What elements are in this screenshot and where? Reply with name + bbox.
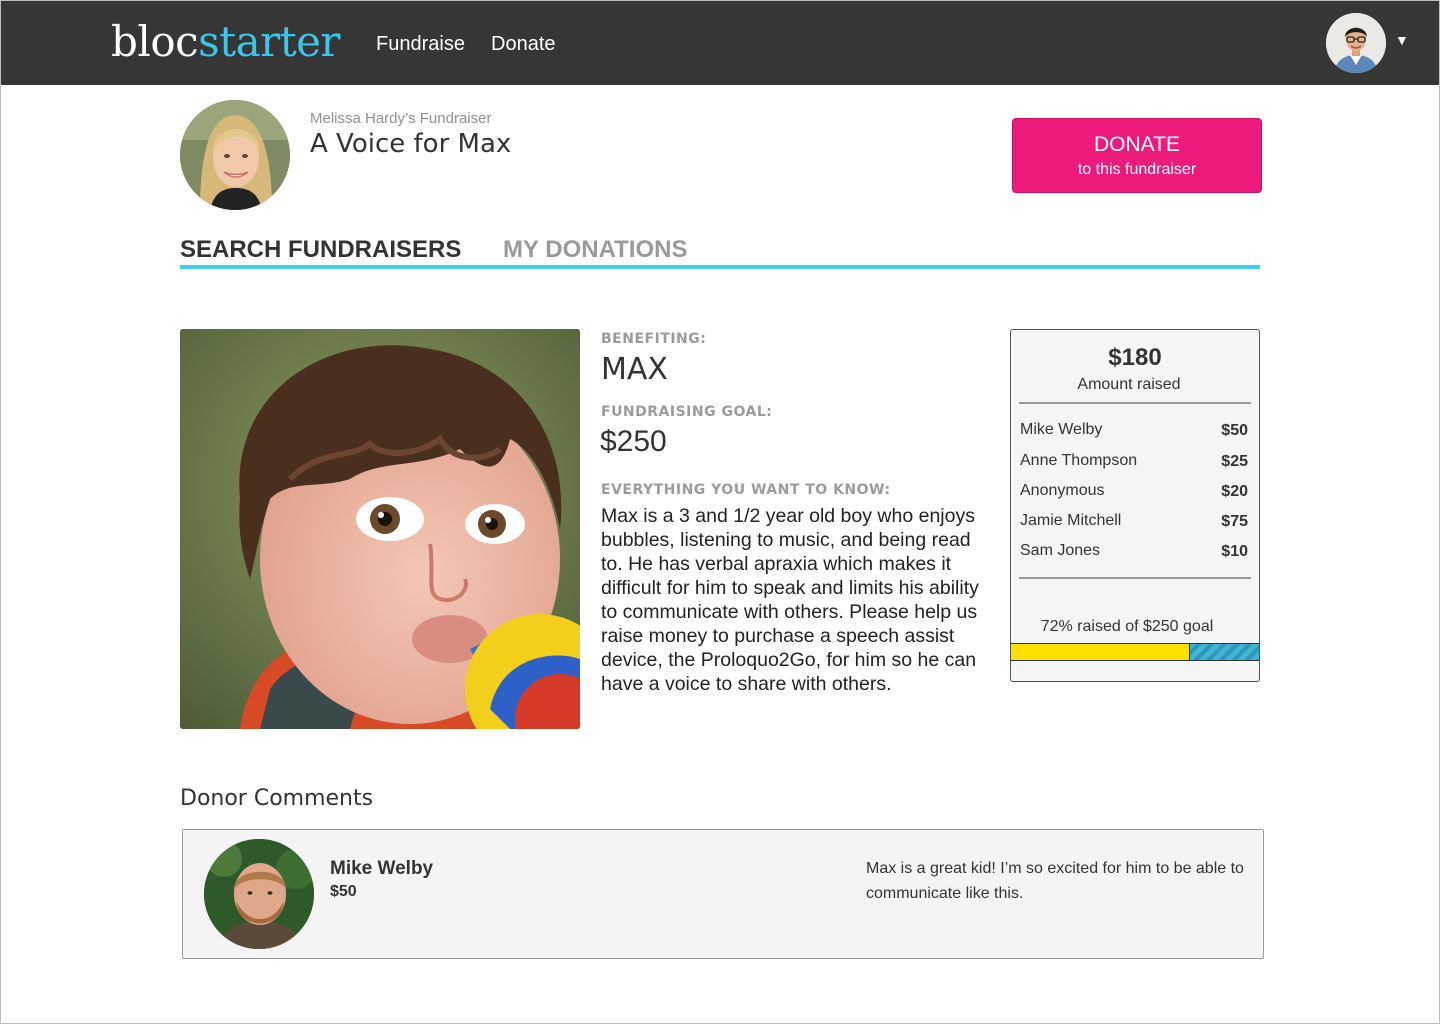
donor-name: Jamie Mitchell: [1020, 512, 1122, 529]
donate-button-label: DONATE: [1094, 133, 1180, 156]
chevron-down-icon[interactable]: ▼: [1395, 32, 1409, 48]
tab-my-donations[interactable]: MY DONATIONS: [503, 236, 687, 264]
goal-amount: $250: [600, 425, 667, 458]
donation-summary-card: $180 Amount raised Mike Welby $50 Anne T…: [1010, 329, 1260, 682]
beneficiary-photo: [180, 329, 580, 729]
donation-amount: $75: [1221, 513, 1248, 530]
donation-row: Sam Jones $10: [1020, 542, 1248, 564]
logo-text-bloc: bloc: [111, 17, 199, 66]
commenter-name: Mike Welby: [330, 858, 434, 879]
donor-comments-heading: Donor Comments: [180, 786, 374, 811]
page-title: A Voice for Max: [310, 129, 512, 159]
nav-fundraise-link[interactable]: Fundraise: [376, 32, 465, 56]
user-avatar[interactable]: [1326, 13, 1386, 73]
description-label: EVERYTHING YOU WANT TO KNOW:: [601, 482, 891, 498]
fundraiser-description: Max is a 3 and 1/2 year old boy who enjo…: [601, 505, 979, 695]
fundraiser-owner-avatar: [180, 100, 290, 210]
donation-row: Jamie Mitchell $75: [1020, 512, 1248, 534]
user-avatar-image: [1326, 13, 1386, 73]
commenter-photo-image: [204, 839, 314, 949]
donation-row: Anne Thompson $25: [1020, 452, 1248, 474]
divider: [1019, 577, 1251, 579]
nav-donate-link[interactable]: Donate: [491, 32, 556, 56]
donor-name: Anonymous: [1020, 482, 1105, 499]
donation-amount: $10: [1221, 543, 1248, 560]
commenter-donation-amount: $50: [330, 883, 357, 900]
comment-text: Max is a great kid! I’m so excited for h…: [866, 860, 1244, 902]
commenter-avatar: [204, 839, 314, 949]
donation-amount: $25: [1221, 453, 1248, 470]
goal-label: FUNDRAISING GOAL:: [601, 404, 773, 420]
comment-card: Mike Welby $50 Max is a great kid! I’m s…: [182, 829, 1264, 959]
donation-row: Anonymous $20: [1020, 482, 1248, 504]
progress-text: 72% raised of $250 goal: [1040, 618, 1214, 635]
donation-row: Mike Welby $50: [1020, 421, 1248, 443]
blocstarter-logo[interactable]: blocstarter: [111, 14, 340, 70]
donate-button-sublabel: to this fundraiser: [1077, 161, 1197, 178]
divider: [1019, 402, 1251, 404]
owner-photo-image: [180, 100, 290, 210]
donor-name: Mike Welby: [1020, 421, 1103, 438]
donation-amount: $50: [1221, 422, 1248, 439]
top-nav-bar: blocstarter Fundraise Donate ▼: [0, 0, 1440, 85]
donation-amount: $20: [1221, 483, 1248, 500]
donor-name: Anne Thompson: [1020, 452, 1138, 469]
beneficiary-name: MAX: [601, 352, 668, 387]
tab-underline: [180, 265, 1260, 269]
benefiting-label: BENEFITING:: [601, 331, 707, 347]
amount-raised-label: Amount raised: [1077, 376, 1181, 393]
progress-bar: [1011, 643, 1259, 661]
fundraiser-owner-label: Melissa Hardy’s Fundraiser: [310, 110, 492, 127]
tab-search-fundraisers[interactable]: SEARCH FUNDRAISERS: [180, 236, 461, 264]
logo-text-starter: starter: [198, 17, 340, 66]
donor-name: Sam Jones: [1020, 542, 1101, 559]
donate-button[interactable]: DONATE to this fundraiser: [1012, 118, 1262, 193]
progress-bar-fill: [1011, 644, 1190, 660]
beneficiary-photo-image: [180, 329, 580, 729]
amount-raised-value: $180: [1108, 344, 1162, 371]
